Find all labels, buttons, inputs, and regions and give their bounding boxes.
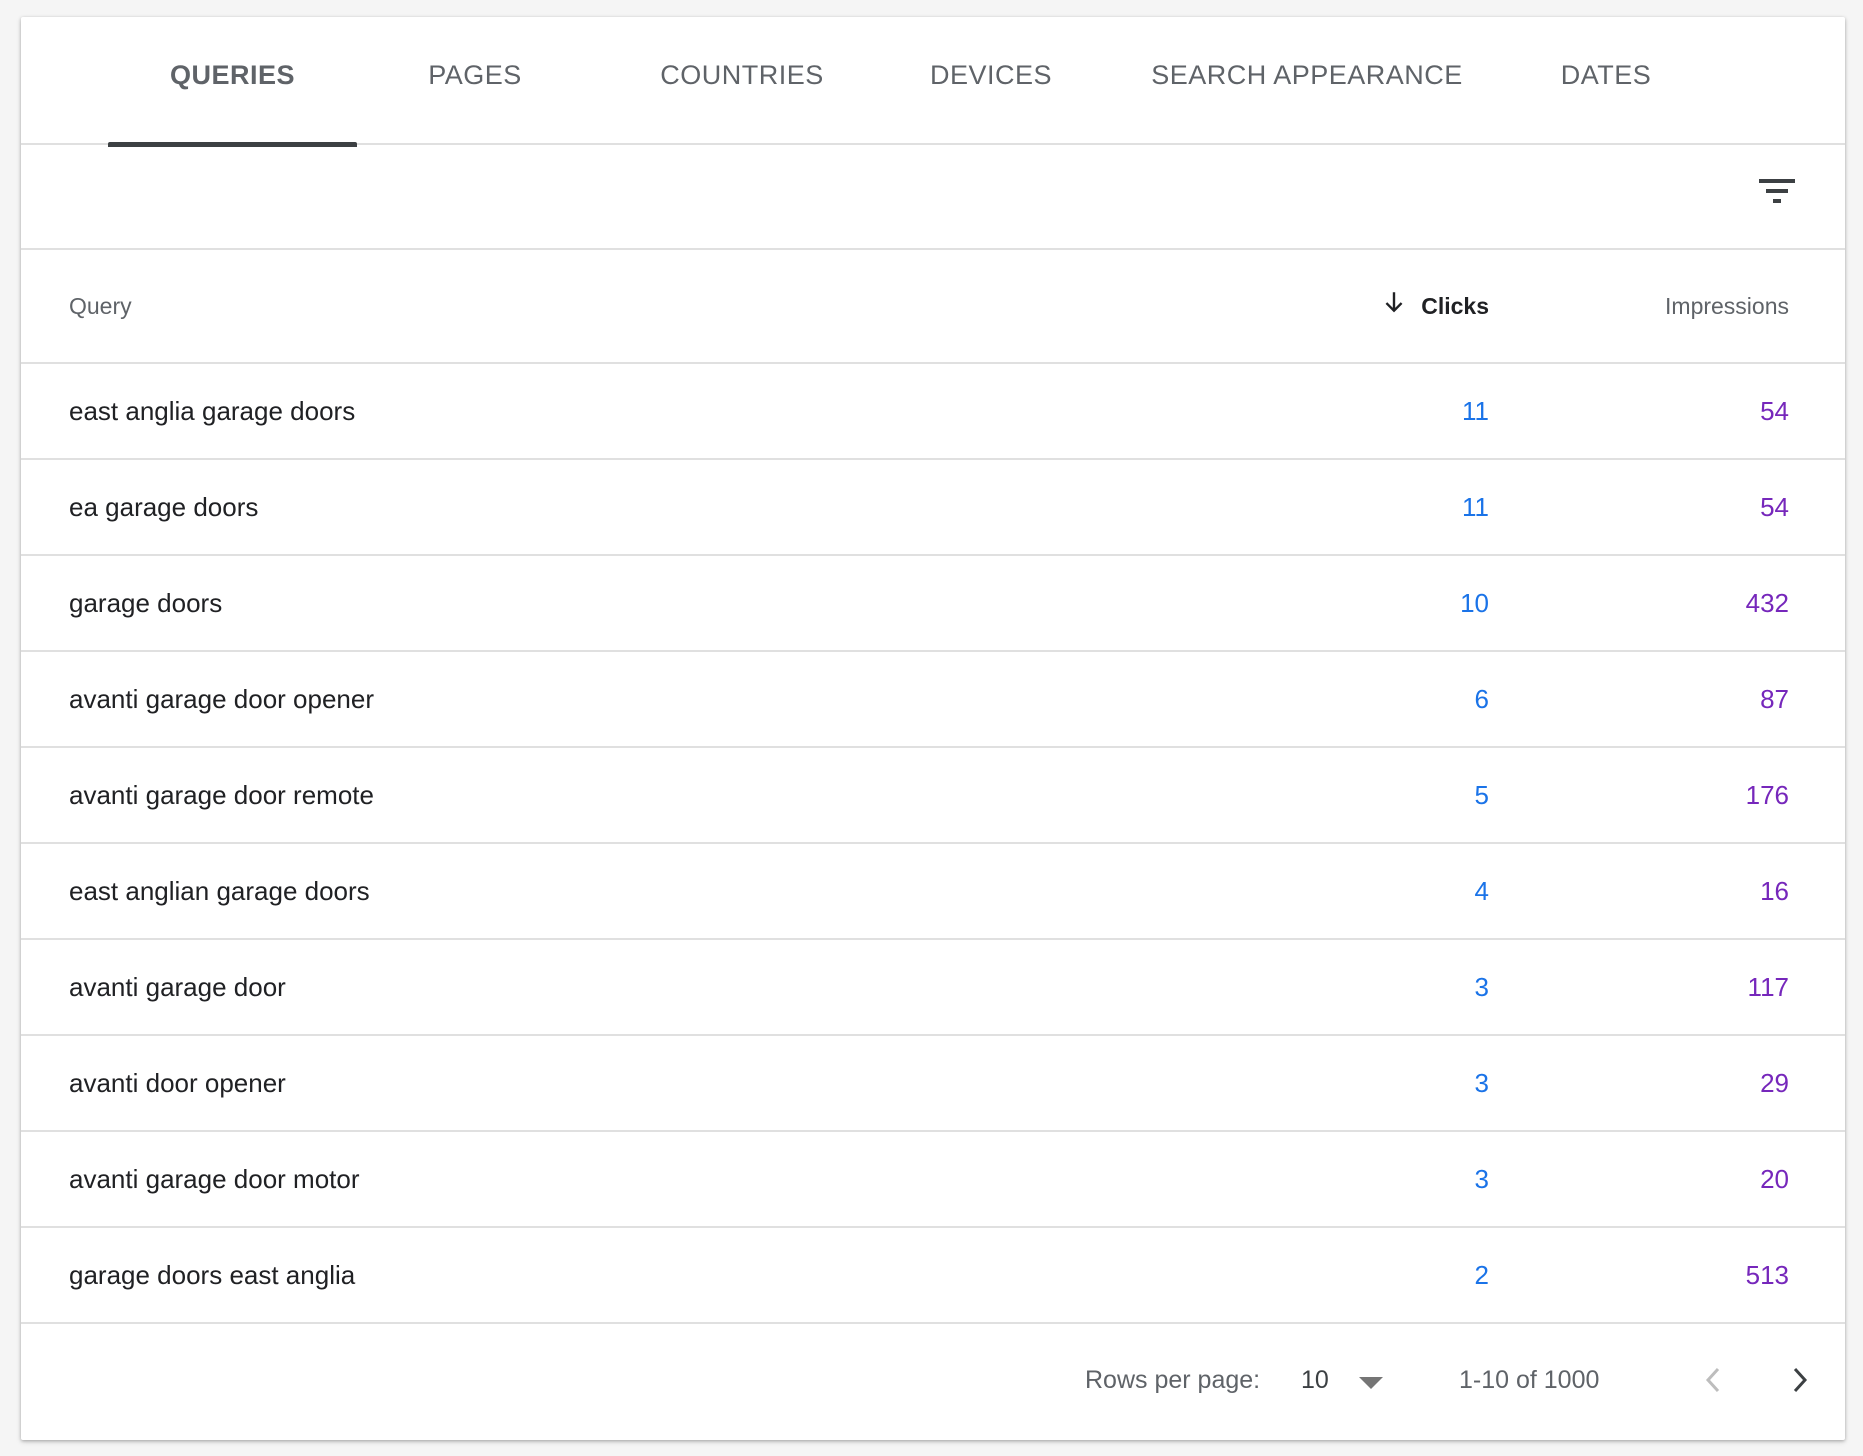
- tab-queries[interactable]: QUERIES: [108, 17, 357, 147]
- clicks-cell: 3: [1474, 1067, 1489, 1098]
- rows-per-page-label: Rows per page:: [1085, 1365, 1261, 1394]
- tab-pages[interactable]: PAGES: [390, 17, 560, 145]
- dimension-tabs: QUERIES PAGES COUNTRIES DEVICES SEARCH A…: [21, 17, 1845, 147]
- tab-label: DATES: [1560, 59, 1652, 90]
- arrow-downward-icon: [1385, 292, 1403, 313]
- impressions-cell: 20: [1760, 1163, 1789, 1194]
- query-cell: garage doors: [69, 587, 223, 618]
- table-row[interactable]: avanti door opener 3 29: [21, 1036, 1845, 1132]
- dropdown-arrow-icon: [1358, 1377, 1383, 1389]
- impressions-cell: 176: [1745, 779, 1789, 810]
- query-cell: garage doors east anglia: [69, 1259, 356, 1290]
- table-row[interactable]: ea garage doors 11 54: [21, 460, 1845, 556]
- impressions-cell: 87: [1760, 683, 1789, 714]
- table-row[interactable]: avanti garage door opener 6 87: [21, 652, 1845, 748]
- impressions-cell: 54: [1760, 395, 1789, 426]
- clicks-cell: 10: [1460, 587, 1489, 618]
- pagination-range: 1-10 of 1000: [1459, 1365, 1600, 1394]
- clicks-cell: 6: [1474, 683, 1489, 714]
- table-row[interactable]: east anglian garage doors 4 16: [21, 844, 1845, 940]
- query-cell: avanti garage door remote: [69, 779, 374, 810]
- chevron-right-icon[interactable]: [1780, 1360, 1820, 1400]
- tab-search-appearance[interactable]: SEARCH APPEARANCE: [1133, 17, 1481, 145]
- column-header-query[interactable]: Query: [69, 250, 132, 362]
- tab-label: COUNTRIES: [660, 59, 824, 90]
- clicks-cell: 11: [1462, 395, 1489, 426]
- clicks-cell: 3: [1474, 971, 1489, 1002]
- chevron-left-icon[interactable]: [1693, 1360, 1733, 1400]
- impressions-cell: 117: [1747, 971, 1789, 1002]
- filter-bar: [21, 145, 1845, 250]
- table-row[interactable]: garage doors east anglia 2 513: [21, 1228, 1845, 1324]
- query-cell: avanti garage door: [69, 971, 286, 1002]
- clicks-cell: 11: [1462, 491, 1489, 522]
- clicks-cell: 5: [1474, 779, 1489, 810]
- filter-list-icon[interactable]: [1757, 177, 1797, 207]
- clicks-cell: 3: [1474, 1163, 1489, 1194]
- column-header-impressions[interactable]: Impressions: [1665, 250, 1789, 362]
- tab-label: QUERIES: [169, 59, 296, 90]
- tab-label: PAGES: [428, 59, 522, 90]
- impressions-cell: 432: [1745, 587, 1789, 618]
- query-cell: east anglian garage doors: [69, 875, 370, 906]
- impressions-cell: 54: [1760, 491, 1789, 522]
- column-header-clicks-label: Clicks: [1421, 292, 1489, 319]
- impressions-cell: 29: [1760, 1067, 1789, 1098]
- table-row[interactable]: east anglia garage doors 11 54: [21, 364, 1845, 460]
- query-cell: avanti garage door opener: [69, 683, 375, 714]
- impressions-cell: 513: [1745, 1259, 1789, 1290]
- table-row[interactable]: avanti garage door 3 117: [21, 940, 1845, 1036]
- tab-dates[interactable]: DATES: [1521, 17, 1691, 145]
- clicks-cell: 4: [1474, 875, 1489, 906]
- tab-countries[interactable]: COUNTRIES: [626, 17, 858, 145]
- clicks-cell: 2: [1474, 1259, 1489, 1290]
- column-header-clicks[interactable]: Clicks: [1381, 250, 1489, 362]
- tab-devices[interactable]: DEVICES: [891, 17, 1091, 145]
- rows-per-page-value: 10: [1301, 1365, 1329, 1394]
- rows-per-page-select[interactable]: 10: [1301, 1324, 1383, 1436]
- tab-label: DEVICES: [929, 59, 1053, 90]
- query-cell: east anglia garage doors: [69, 395, 356, 426]
- table-header: Query Clicks Impressions: [21, 250, 1845, 364]
- table-row[interactable]: garage doors 10 432: [21, 556, 1845, 652]
- impressions-cell: 16: [1760, 875, 1789, 906]
- table-row[interactable]: avanti garage door motor 3 20: [21, 1132, 1845, 1228]
- performance-table-card: QUERIES PAGES COUNTRIES DEVICES SEARCH A…: [21, 17, 1845, 1440]
- tab-label: SEARCH APPEARANCE: [1151, 59, 1463, 90]
- pagination-bar: Rows per page: 10 1-10 of 1000: [21, 1324, 1845, 1436]
- query-cell: ea garage doors: [69, 491, 259, 522]
- table-row[interactable]: avanti garage door remote 5 176: [21, 748, 1845, 844]
- query-cell: avanti door opener: [69, 1067, 286, 1098]
- query-cell: avanti garage door motor: [69, 1163, 360, 1194]
